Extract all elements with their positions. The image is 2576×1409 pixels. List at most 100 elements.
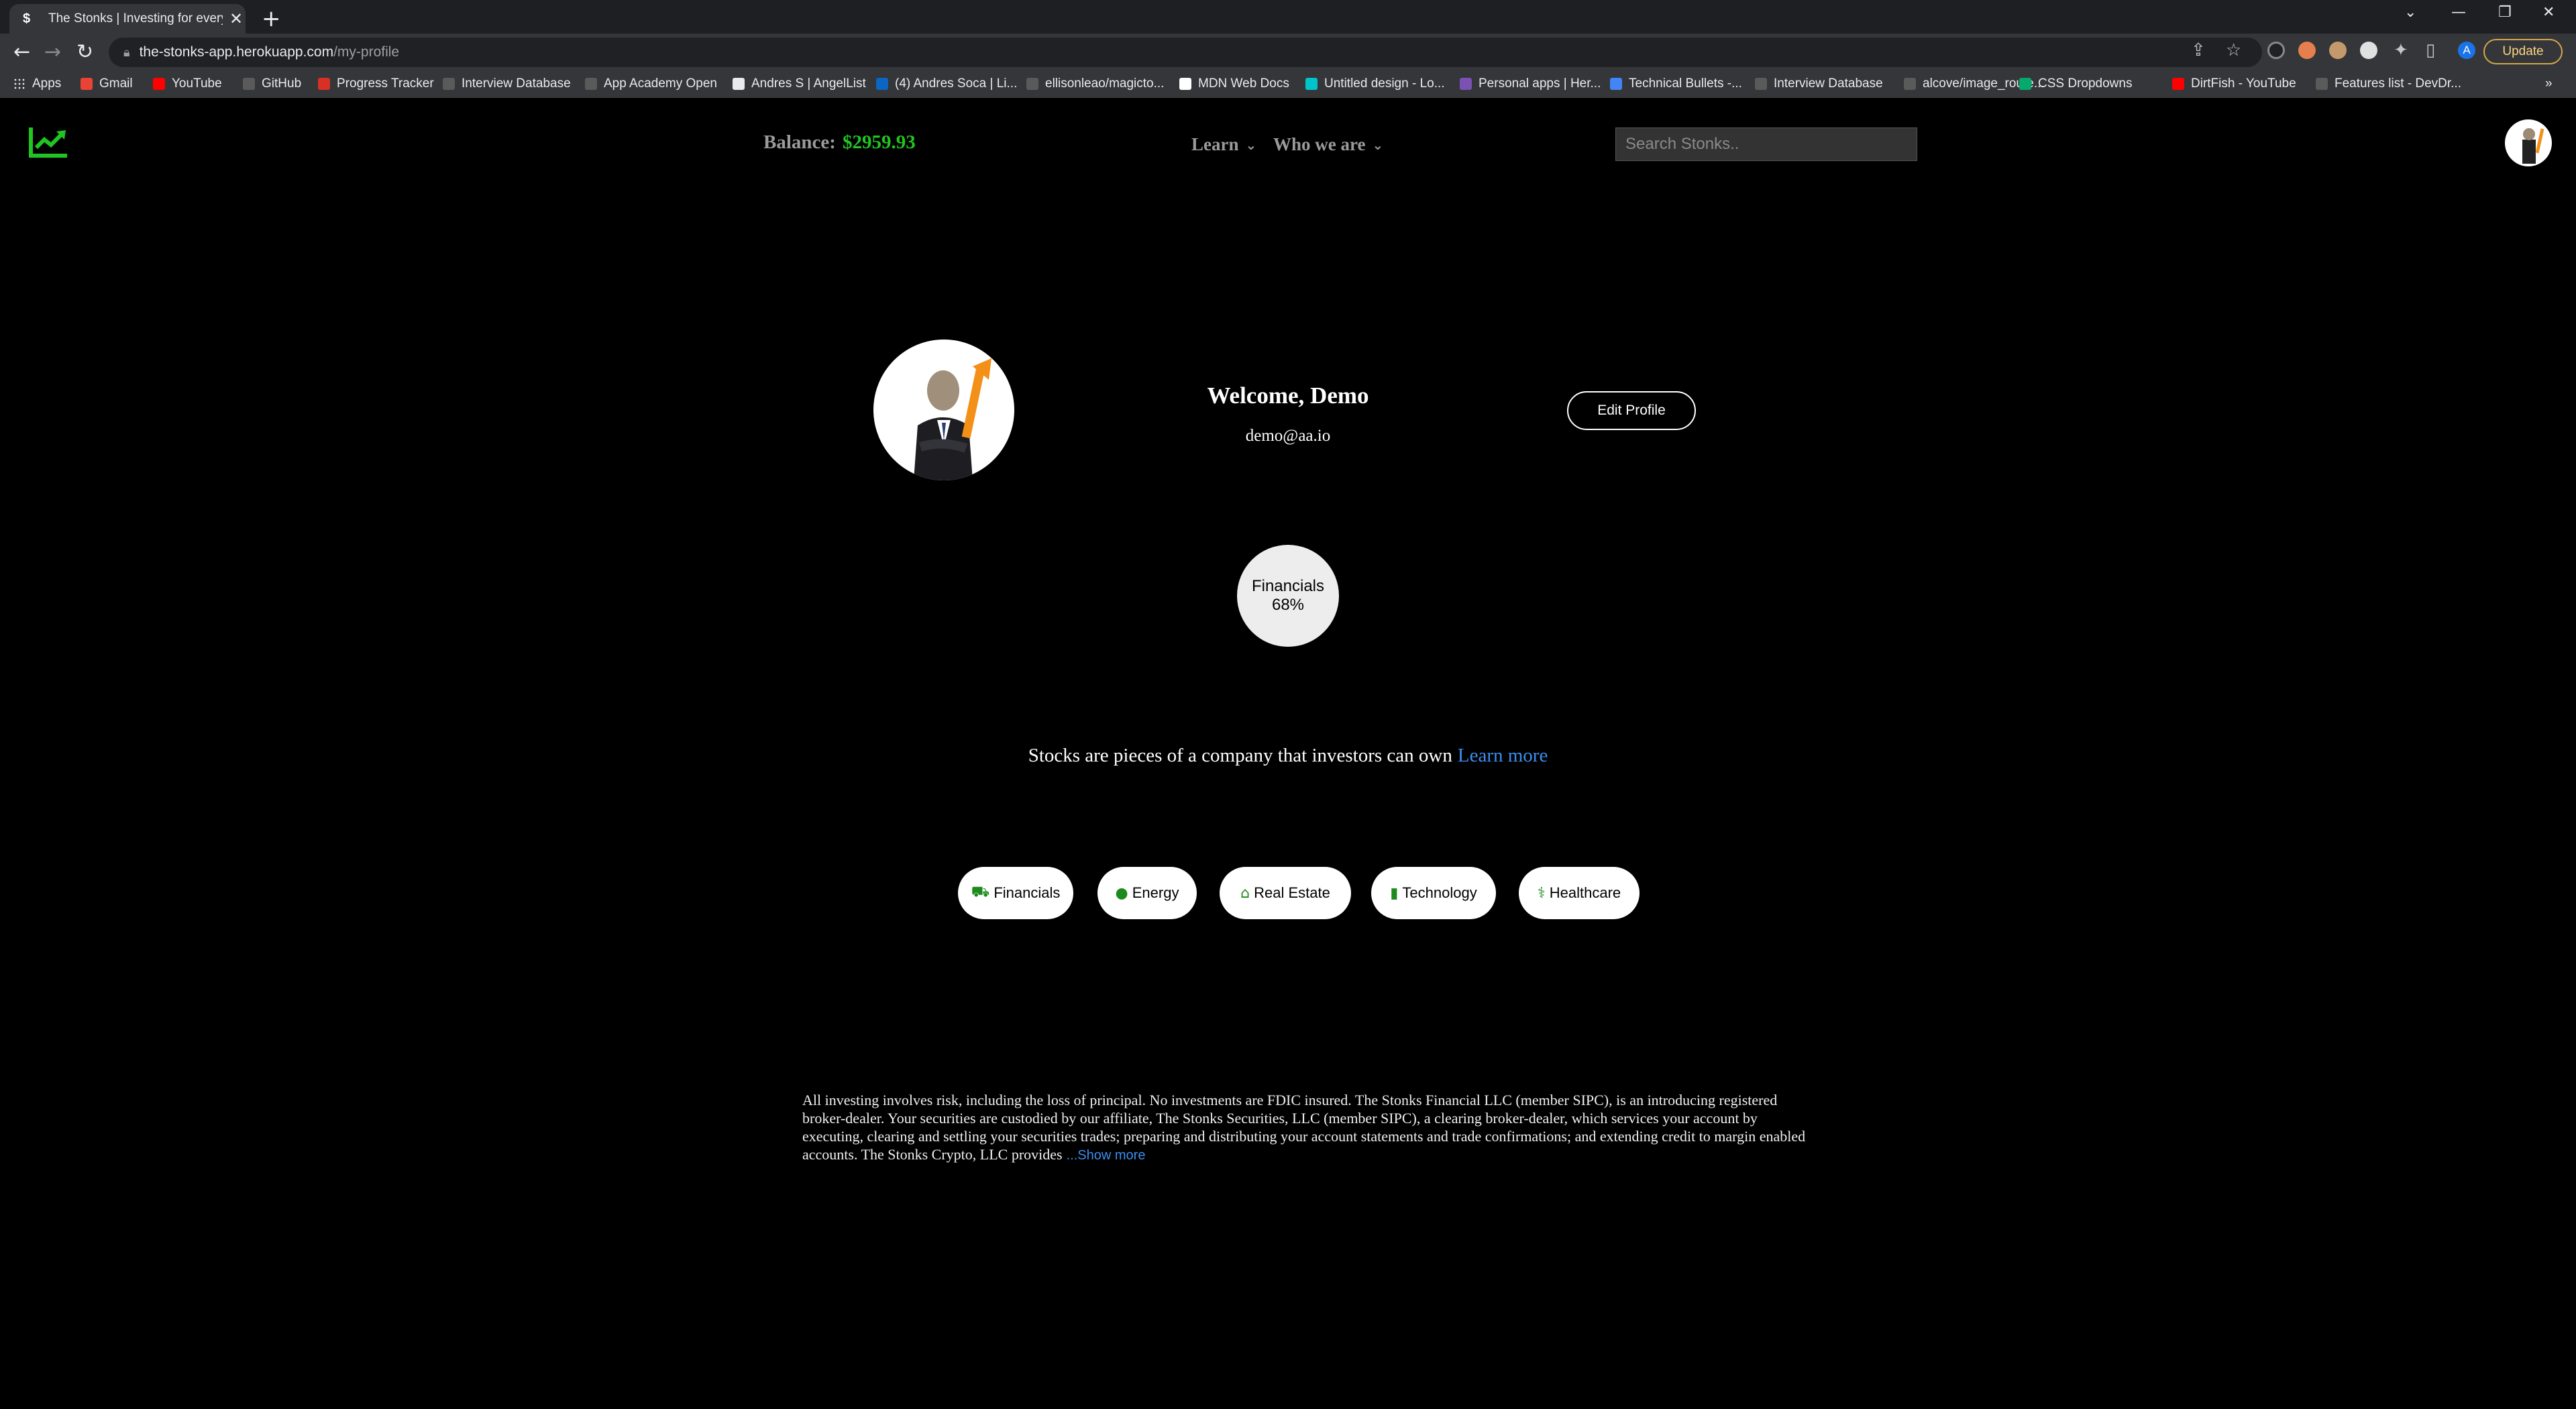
category-healthcare-button[interactable]: ⚕ Healthcare [1519, 867, 1640, 919]
side-panel-icon[interactable]: ▯ [2426, 40, 2435, 60]
bookmark-item[interactable]: (4) Andres Soca | Li... [876, 76, 1017, 91]
tab-search-chevron-icon[interactable]: ⌄ [2404, 4, 2416, 21]
welcome-heading: Welcome, Demo [1207, 382, 1369, 409]
bookmark-item[interactable]: Apps [13, 76, 61, 91]
bookmark-label: Andres S | AngelList [751, 76, 866, 91]
stonks-meme-man-icon [914, 358, 991, 480]
holding-bubble[interactable]: Financials 68% [1237, 545, 1339, 647]
extension-icon[interactable] [2267, 42, 2285, 59]
share-icon[interactable]: ⇪ [2191, 40, 2206, 60]
url-path: /my-profile [333, 44, 400, 60]
browser-tab[interactable]: $ The Stonks | Investing for everyone ✕ [9, 4, 246, 34]
bookmark-label: (4) Andres Soca | Li... [895, 76, 1018, 91]
bookmark-item[interactable]: YouTube [153, 76, 222, 91]
category-financials-button[interactable]: ⛟ Financials [958, 867, 1073, 919]
bookmark-item[interactable]: Personal apps | Her... [1460, 76, 1601, 91]
bookmark-label: Gmail [99, 76, 133, 91]
progress-tracker-icon [318, 78, 330, 90]
bookmark-item[interactable]: Untitled design - Lo... [1305, 76, 1445, 91]
bookmark-item[interactable]: MDN Web Docs [1179, 76, 1289, 91]
profile-avatar-icon[interactable]: A [2458, 42, 2475, 59]
bookmark-item[interactable]: ellisonleao/magicto... [1026, 76, 1164, 91]
extension-icon[interactable] [2298, 42, 2316, 59]
who-we-are-label: Who we are [1273, 134, 1366, 154]
category-real-estate-button[interactable]: ⌂ Real Estate [1220, 867, 1351, 919]
close-window-icon[interactable]: ✕ [2542, 4, 2555, 21]
bookmark-item[interactable]: Features list - DevDr... [2316, 76, 2461, 91]
heroku-icon [1460, 78, 1472, 90]
w3schools-icon [2019, 78, 2031, 90]
learn-more-link[interactable]: Learn more [1458, 745, 1548, 766]
bookmark-item[interactable]: DirtFish - YouTube [2172, 76, 2296, 91]
docs-icon [1610, 78, 1622, 90]
bookmarks-overflow-icon[interactable]: » [2545, 76, 2553, 91]
learn-menu[interactable]: Learn ⌄ [1191, 134, 1256, 155]
browser-tab-bar: $ The Stonks | Investing for everyone ✕ … [0, 0, 2576, 34]
mdn-icon [1179, 78, 1191, 90]
update-button[interactable]: Update [2483, 39, 2563, 64]
url-host: the-stonks-app.herokuapp.com [139, 44, 334, 60]
gmail-icon [80, 78, 93, 90]
browser-toolbar: ← → ↻ 🔒︎ the-stonks-app.herokuapp.com/my… [0, 34, 2576, 71]
tab-title: The Stonks | Investing for everyone [48, 11, 223, 25]
bookmark-item[interactable]: Andres S | AngelList [733, 76, 866, 91]
new-tab-icon[interactable]: + [262, 5, 281, 32]
bookmark-item[interactable]: GitHub [243, 76, 301, 91]
user-email: demo@aa.io [1245, 427, 1331, 445]
globe-icon [443, 78, 455, 90]
bookmark-label: MDN Web Docs [1198, 76, 1289, 91]
bookmark-label: Progress Tracker [337, 76, 434, 91]
bookmark-item[interactable]: Interview Database [443, 76, 571, 91]
truck-money-icon: ⛟ [971, 884, 990, 900]
minimize-icon[interactable]: — [2451, 4, 2466, 21]
search-input[interactable] [1615, 127, 1917, 161]
holding-percent: 68% [1271, 596, 1305, 614]
bookmark-item[interactable]: Progress Tracker [318, 76, 434, 91]
globe-icon [2316, 78, 2328, 90]
bookmark-label: GitHub [262, 76, 302, 91]
bookmark-item[interactable]: Technical Bullets -... [1610, 76, 1742, 91]
bookmark-label: DirtFish - YouTube [2191, 76, 2296, 91]
bookmark-item[interactable]: Gmail [80, 76, 133, 91]
stocks-tagline: Stocks are pieces of a company that inve… [671, 745, 1905, 767]
canva-icon [1305, 78, 1318, 90]
back-icon[interactable]: ← [13, 40, 30, 64]
close-tab-icon[interactable]: ✕ [229, 9, 243, 29]
lock-icon: 🔒︎ [123, 45, 130, 59]
github-icon [1904, 78, 1916, 90]
globe-icon [1755, 78, 1767, 90]
balance-label: Balance: [763, 132, 836, 153]
mobile-icon: ▮ [1390, 884, 1399, 902]
house-icon: ⌂ [1240, 884, 1250, 902]
bookmark-star-icon[interactable]: ☆ [2226, 40, 2241, 60]
bookmark-item[interactable]: Interview Database [1755, 76, 1883, 91]
balance-display: Balance: $2959.93 [763, 132, 916, 154]
show-more-link[interactable]: ...Show more [1067, 1148, 1146, 1163]
user-avatar[interactable] [2505, 119, 2552, 166]
extension-icon[interactable] [2360, 42, 2377, 59]
balance-value: $2959.93 [842, 132, 916, 153]
youtube-icon [153, 78, 165, 90]
learn-menu-label: Learn [1191, 134, 1239, 154]
address-bar[interactable]: 🔒︎ the-stonks-app.herokuapp.com/my-profi… [109, 38, 2262, 67]
bookmark-label: Untitled design - Lo... [1324, 76, 1445, 91]
stonks-logo-icon[interactable] [28, 125, 70, 158]
reload-icon[interactable]: ↻ [76, 40, 93, 64]
forward-icon[interactable]: → [44, 40, 61, 64]
category-label: Financials [994, 884, 1061, 901]
bookmark-label: CSS Dropdowns [2038, 76, 2133, 91]
restore-icon[interactable]: ❐ [2498, 4, 2512, 21]
bookmark-item[interactable]: App Academy Open [585, 76, 717, 91]
category-energy-button[interactable]: ● Energy [1097, 867, 1197, 919]
bookmark-item[interactable]: CSS Dropdowns [2019, 76, 2132, 91]
puzzle-extensions-icon[interactable]: ✦ [2394, 40, 2408, 60]
linkedin-icon [876, 78, 888, 90]
lightbulb-icon: ● [1115, 884, 1128, 902]
angellist-icon [733, 78, 745, 90]
legal-disclaimer: All investing involves risk, including t… [802, 1091, 1809, 1165]
category-technology-button[interactable]: ▮ Technology [1371, 867, 1496, 919]
extension-icon[interactable] [2329, 42, 2347, 59]
who-we-are-menu[interactable]: Who we are ⌄ [1273, 134, 1383, 155]
edit-profile-button[interactable]: Edit Profile [1567, 391, 1696, 430]
github-icon [1026, 78, 1038, 90]
